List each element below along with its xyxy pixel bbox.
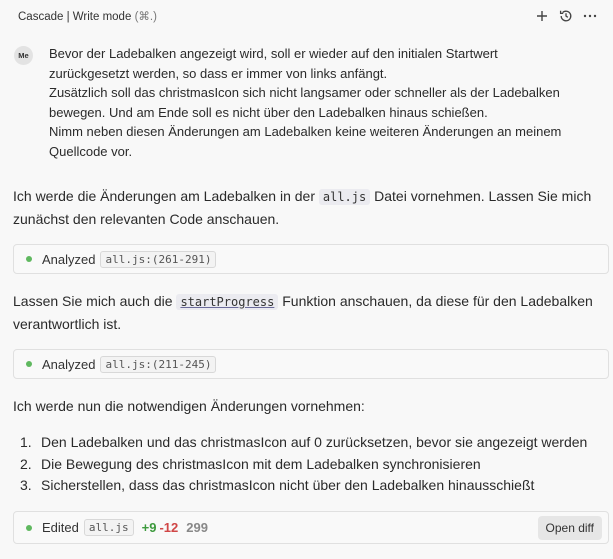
- plus-icon[interactable]: [533, 7, 551, 25]
- user-message: Me Bevor der Ladebalken angezeigt wird, …: [14, 44, 609, 162]
- tool-label: Analyzed: [42, 251, 96, 267]
- file-reference[interactable]: all.js: [83, 519, 134, 536]
- history-icon[interactable]: [557, 7, 575, 25]
- assistant-paragraph: Lassen Sie mich auch die startProgress F…: [13, 291, 608, 335]
- user-line: Quellcode vor.: [49, 143, 133, 159]
- assistant-paragraph: Ich werde die Änderungen am Ladebalken i…: [13, 186, 608, 230]
- panel-title-text: Cascade | Write mode: [18, 10, 132, 23]
- edit-summary: Edited all.js +9 -12 299 Open diff: [13, 511, 609, 544]
- more-icon[interactable]: [581, 7, 599, 25]
- assistant-paragraph: Ich werde nun die notwendigen Änderungen…: [13, 398, 365, 414]
- user-line: Bevor der Ladebalken angezeigt wird, sol…: [49, 46, 498, 61]
- header-actions: [533, 7, 599, 25]
- file-reference[interactable]: all.js:(261-291): [100, 250, 217, 268]
- status-dot-icon: [26, 256, 32, 262]
- edit-label: Edited: [42, 520, 79, 535]
- paragraph-text: Lassen Sie mich auch die: [13, 293, 177, 309]
- panel-shortcut: (⌘.): [134, 10, 157, 23]
- status-dot-icon: [26, 524, 32, 531]
- tool-step-analyzed[interactable]: Analyzed all.js:(261-291): [13, 244, 609, 274]
- file-reference[interactable]: all.js:(211-245): [100, 355, 217, 373]
- paragraph-text: Ich werde die Änderungen am Ladebalken i…: [13, 188, 319, 204]
- panel-header: Cascade | Write mode (⌘.): [0, 0, 613, 31]
- tool-label: Analyzed: [42, 356, 96, 372]
- line-total: 299: [186, 520, 208, 535]
- user-line: bewegen. Und am Ende soll es nicht über …: [49, 104, 488, 120]
- tool-step-analyzed[interactable]: Analyzed all.js:(211-245): [13, 349, 609, 379]
- panel-title: Cascade | Write mode (⌘.): [18, 9, 157, 23]
- user-line: Zusätzlich soll das christmasIcon sich n…: [49, 85, 560, 101]
- change-list: 1. Den Ladebalken und das christmasIcon a…: [20, 432, 613, 497]
- user-message-text: Bevor der Ladebalken angezeigt wird, sol…: [49, 44, 609, 162]
- inline-code: all.js: [318, 189, 371, 205]
- lines-removed: -12: [159, 520, 179, 535]
- user-line: zurückgesetzt werden, so dass er immer v…: [49, 65, 388, 81]
- open-diff-button[interactable]: Open diff: [537, 515, 602, 540]
- status-dot-icon: [26, 361, 32, 367]
- inline-code-link[interactable]: startProgress: [176, 294, 279, 310]
- list-item: 1. Den Ladebalken und das christmasIcon a…: [20, 434, 588, 450]
- list-item: 3. Sicherstellen, dass das christmasIcon …: [20, 477, 535, 493]
- list-item: 2. Die Bewegung des christmasIcon mit dem…: [20, 455, 481, 472]
- user-line: Nimm neben diesen Änderungen am Ladebalk…: [49, 124, 562, 140]
- avatar: Me: [14, 46, 33, 65]
- lines-added: +9: [141, 520, 157, 535]
